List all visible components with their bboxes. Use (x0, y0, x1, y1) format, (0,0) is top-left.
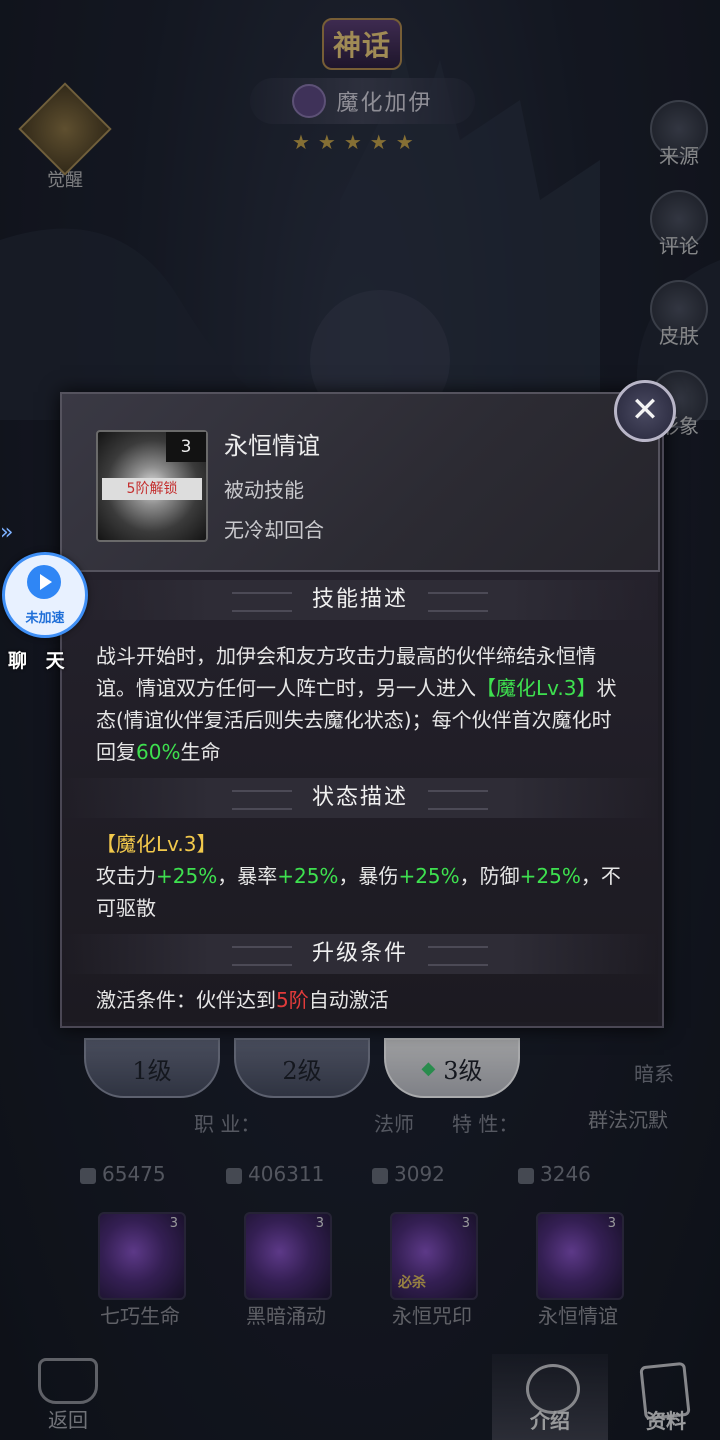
atk-label: 攻击力 (96, 864, 156, 888)
upgrade-condition-header: 升级条件 (62, 934, 658, 974)
expand-arrow-icon[interactable]: » (0, 520, 13, 545)
skill-type: 被动技能 (224, 478, 304, 502)
state-description-header: 状态描述 (62, 778, 658, 818)
critdmg-value: +25% (398, 864, 460, 888)
skill-description-header: 技能描述 (62, 580, 658, 620)
close-icon: ✕ (630, 390, 660, 430)
skill-title: 永恒情谊 (224, 432, 320, 460)
skill-level-badge: 3 (166, 432, 206, 462)
speed-status-label: 未加速 (25, 611, 65, 626)
chat-button[interactable]: 聊 天 (8, 646, 71, 673)
upgrade-suffix: 自动激活 (308, 988, 389, 1012)
desc-state-tag: 【魔化Lv.3】 (476, 676, 597, 700)
skill-cooldown: 无冷却回合 (224, 518, 324, 542)
upgrade-rank: 5阶 (276, 988, 309, 1012)
desc-heal-percent: 60% (136, 740, 181, 764)
upgrade-prefix: 激活条件：伙伴达到 (96, 988, 276, 1012)
speed-widget[interactable]: 未加速 (2, 552, 88, 638)
def-value: +25% (519, 864, 581, 888)
def-label: ，防御 (459, 864, 520, 888)
desc-part-3: 生命 (180, 740, 221, 764)
skill-description-text: 战斗开始时，加伊会和友方攻击力最高的伙伴缔结永恒情谊。情谊双方任何一人阵亡时，另… (96, 640, 626, 768)
state-tag: 【魔化Lv.3】 (96, 832, 217, 856)
critdmg-label: ，暴伤 (338, 864, 399, 888)
crit-label: ，暴率 (217, 864, 278, 888)
crit-value: +25% (277, 864, 339, 888)
play-icon (27, 565, 61, 599)
upgrade-condition-text: 激活条件：伙伴达到5阶自动激活 (96, 984, 626, 1016)
state-description-text: 【魔化Lv.3】 攻击力+25%，暴率+25%，暴伤+25%，防御+25%，不可… (96, 828, 626, 924)
unlock-requirement: 5阶解锁 (102, 478, 202, 500)
close-button[interactable]: ✕ (614, 380, 676, 442)
skill-icon: 3 5阶解锁 (96, 430, 208, 542)
atk-value: +25% (156, 864, 218, 888)
